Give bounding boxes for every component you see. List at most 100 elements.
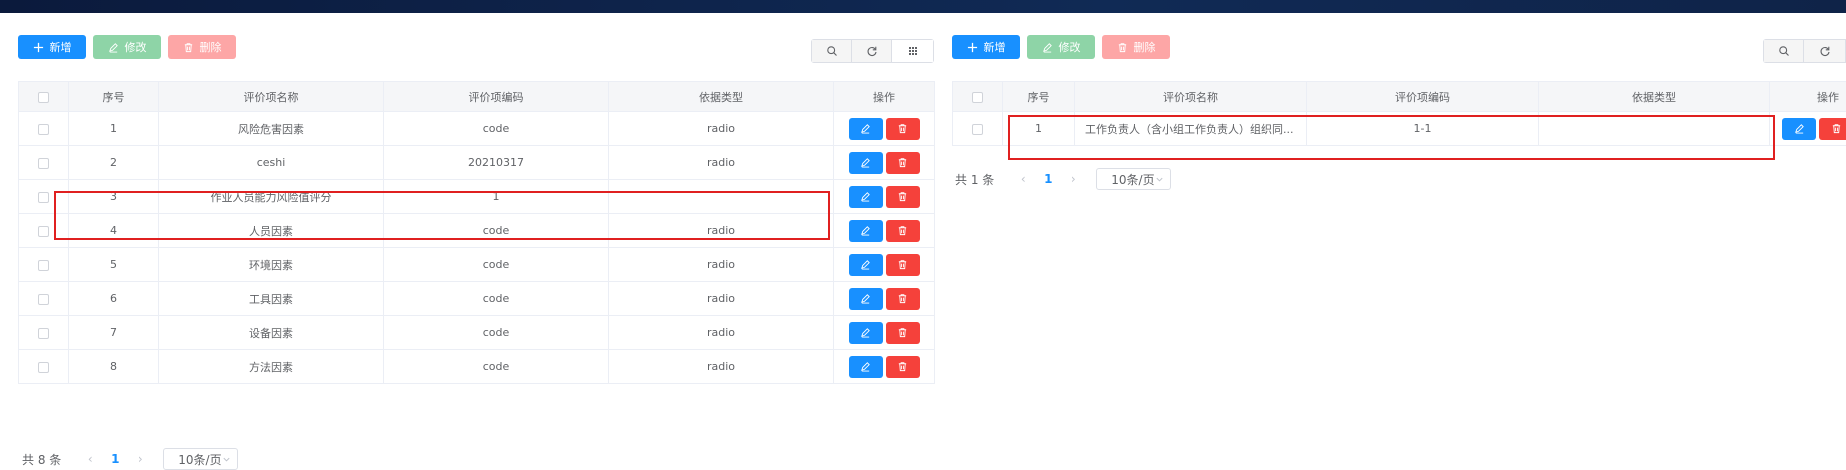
header-checkbox-cell[interactable] bbox=[953, 82, 1003, 112]
row-checkbox[interactable] bbox=[972, 124, 983, 135]
row-delete-button[interactable] bbox=[886, 356, 920, 378]
pencil-icon bbox=[108, 42, 119, 53]
row-checkbox[interactable] bbox=[38, 328, 49, 339]
refresh-icon bbox=[1819, 45, 1831, 57]
row-checkbox[interactable] bbox=[38, 192, 49, 203]
row-edit-button[interactable] bbox=[849, 356, 883, 378]
row-type: radio bbox=[609, 248, 834, 282]
row-checkbox[interactable] bbox=[38, 294, 49, 305]
row-checkbox-cell[interactable] bbox=[19, 112, 69, 146]
row-actions bbox=[834, 112, 935, 146]
row-code: 20210317 bbox=[384, 146, 609, 180]
current-page[interactable]: 1 bbox=[105, 452, 125, 466]
row-type: radio bbox=[609, 316, 834, 350]
right-table-viewport: 序号 评价项名称 评价项编码 依据类型 操作 1 工作负责人（含小组工作负责人）… bbox=[952, 81, 1846, 161]
row-edit-button[interactable] bbox=[1782, 118, 1816, 140]
row-delete-button[interactable] bbox=[886, 322, 920, 344]
row-index: 1 bbox=[1003, 112, 1075, 146]
select-all-checkbox[interactable] bbox=[38, 92, 49, 103]
row-checkbox[interactable] bbox=[38, 124, 49, 135]
row-delete-button[interactable] bbox=[886, 118, 920, 140]
page-size-select[interactable]: 10条/页 bbox=[1096, 168, 1171, 190]
next-page-button[interactable]: › bbox=[1058, 172, 1088, 186]
pencil-icon bbox=[860, 123, 871, 134]
row-index: 7 bbox=[69, 316, 159, 350]
row-edit-button[interactable] bbox=[849, 220, 883, 242]
grid-icon bbox=[907, 45, 919, 57]
row-code: 1-1 bbox=[1307, 112, 1539, 146]
row-name: 工具因素 bbox=[159, 282, 384, 316]
row-actions bbox=[834, 316, 935, 350]
row-actions bbox=[834, 350, 935, 384]
select-all-checkbox[interactable] bbox=[972, 92, 983, 103]
left-delete-button[interactable]: 删除 bbox=[168, 35, 236, 59]
row-checkbox-cell[interactable] bbox=[19, 350, 69, 384]
top-header-bar bbox=[0, 0, 1846, 13]
row-delete-button[interactable] bbox=[1819, 118, 1846, 140]
left-edit-label: 修改 bbox=[125, 39, 147, 55]
left-refresh-tool[interactable] bbox=[852, 40, 892, 62]
row-actions bbox=[834, 214, 935, 248]
current-page[interactable]: 1 bbox=[1038, 172, 1058, 186]
row-checkbox[interactable] bbox=[38, 362, 49, 373]
row-delete-button[interactable] bbox=[886, 152, 920, 174]
page-size-select[interactable]: 10条/页 bbox=[163, 448, 238, 470]
row-delete-button[interactable] bbox=[886, 254, 920, 276]
right-edit-label: 修改 bbox=[1059, 39, 1081, 55]
row-edit-button[interactable] bbox=[849, 322, 883, 344]
row-edit-button[interactable] bbox=[849, 118, 883, 140]
row-checkbox-cell[interactable] bbox=[19, 248, 69, 282]
row-type bbox=[1539, 112, 1770, 146]
next-page-button[interactable]: › bbox=[125, 452, 155, 466]
row-edit-button[interactable] bbox=[849, 152, 883, 174]
left-grid-tool[interactable] bbox=[892, 40, 933, 62]
plus-icon bbox=[33, 42, 44, 53]
row-delete-button[interactable] bbox=[886, 186, 920, 208]
header-checkbox-cell[interactable] bbox=[19, 82, 69, 112]
row-edit-button[interactable] bbox=[849, 254, 883, 276]
row-checkbox-cell[interactable] bbox=[19, 214, 69, 248]
row-index: 1 bbox=[69, 112, 159, 146]
right-add-button[interactable]: 新增 bbox=[952, 35, 1020, 59]
right-delete-button[interactable]: 删除 bbox=[1102, 35, 1170, 59]
left-search-tool[interactable] bbox=[812, 40, 852, 62]
left-edit-button[interactable]: 修改 bbox=[93, 35, 161, 59]
left-data-table: 序号 评价项名称 评价项编码 依据类型 操作 1 风险危害因素 code rad… bbox=[18, 81, 935, 384]
row-actions bbox=[834, 146, 935, 180]
row-actions bbox=[1770, 112, 1846, 146]
row-checkbox-cell[interactable] bbox=[19, 180, 69, 214]
prev-page-button[interactable]: ‹ bbox=[1008, 172, 1038, 186]
trash-icon bbox=[897, 361, 908, 372]
row-checkbox-cell[interactable] bbox=[19, 316, 69, 350]
row-name: ceshi bbox=[159, 146, 384, 180]
row-checkbox-cell[interactable] bbox=[19, 146, 69, 180]
row-index: 2 bbox=[69, 146, 159, 180]
prev-page-button[interactable]: ‹ bbox=[75, 452, 105, 466]
right-refresh-tool[interactable] bbox=[1804, 40, 1846, 62]
right-edit-button[interactable]: 修改 bbox=[1027, 35, 1095, 59]
pencil-icon bbox=[1042, 42, 1053, 53]
right-pagination: 共 1 条 ‹ 1 › 10条/页 bbox=[955, 168, 1171, 190]
left-add-button[interactable]: 新增 bbox=[18, 35, 86, 59]
row-edit-button[interactable] bbox=[849, 186, 883, 208]
row-delete-button[interactable] bbox=[886, 220, 920, 242]
row-checkbox[interactable] bbox=[38, 158, 49, 169]
row-checkbox-cell[interactable] bbox=[19, 282, 69, 316]
row-name: 风险危害因素 bbox=[159, 112, 384, 146]
row-actions bbox=[834, 180, 935, 214]
row-name: 工作负责人（含小组工作负责人）组织同... bbox=[1075, 112, 1307, 146]
row-edit-button[interactable] bbox=[849, 288, 883, 310]
row-delete-button[interactable] bbox=[886, 288, 920, 310]
row-checkbox[interactable] bbox=[38, 260, 49, 271]
right-search-tool[interactable] bbox=[1764, 40, 1804, 62]
row-checkbox-cell[interactable] bbox=[953, 112, 1003, 146]
row-checkbox[interactable] bbox=[38, 226, 49, 237]
table-header-row: 序号 评价项名称 评价项编码 依据类型 操作 bbox=[953, 82, 1846, 112]
trash-icon bbox=[183, 42, 194, 53]
chevron-down-icon bbox=[1155, 175, 1164, 184]
trash-icon bbox=[897, 191, 908, 202]
chevron-down-icon bbox=[222, 455, 231, 464]
row-type: radio bbox=[609, 146, 834, 180]
row-index: 5 bbox=[69, 248, 159, 282]
search-icon bbox=[1778, 45, 1790, 57]
